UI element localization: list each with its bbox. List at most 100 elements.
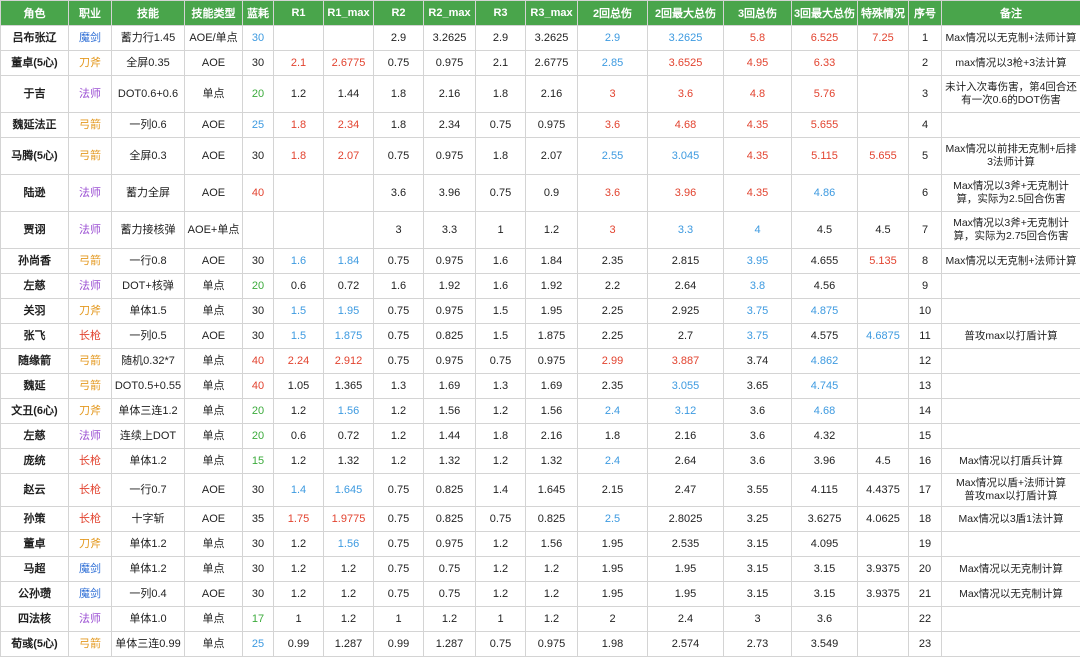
skill-type-cell: 单点 xyxy=(185,449,243,474)
table-row[interactable]: 四法核法师单体1.0单点1711.211.211.222.433.622 xyxy=(1,607,1080,632)
r1-max-cell: 2.912 xyxy=(324,349,374,374)
three-round-max-total-cell: 6.525 xyxy=(792,26,858,51)
role-name-cell: 董卓 xyxy=(1,532,69,557)
table-row[interactable]: 张飞长枪一列0.5AOE301.51.8750.750.8251.51.8752… xyxy=(1,324,1080,349)
r3-max-cell: 0.975 xyxy=(526,349,578,374)
column-header[interactable]: 职业 xyxy=(69,1,112,26)
r2-max-cell: 0.975 xyxy=(424,249,476,274)
skill-cell: 单体1.2 xyxy=(112,449,185,474)
column-header[interactable]: 备注 xyxy=(942,1,1080,26)
table-row[interactable]: 魏延弓箭DOT0.5+0.55单点401.051.3651.31.691.31.… xyxy=(1,374,1080,399)
two-round-total-cell: 3.6 xyxy=(578,175,648,212)
table-row[interactable]: 赵云长枪一行0.7AOE301.41.6450.750.8251.41.6452… xyxy=(1,474,1080,507)
three-round-total-cell: 5.8 xyxy=(724,26,792,51)
r3-cell: 1.2 xyxy=(476,532,526,557)
r1-cell: 1.2 xyxy=(274,582,324,607)
table-row[interactable]: 魏延法正弓箭一列0.6AOE251.82.341.82.340.750.9753… xyxy=(1,113,1080,138)
role-name-cell: 吕布张辽 xyxy=(1,26,69,51)
note-cell: Max情况以无克制计算 xyxy=(942,582,1080,607)
table-row[interactable]: 董卓(5心)刀斧全屏0.35AOE302.12.67750.750.9752.1… xyxy=(1,51,1080,76)
table-row[interactable]: 贾诩法师蓄力接核弹AOE+单点33.311.233.344.54.57Max情况… xyxy=(1,212,1080,249)
r3-cell: 1 xyxy=(476,212,526,249)
r3-max-cell: 1.56 xyxy=(526,532,578,557)
column-header[interactable]: R2_max xyxy=(424,1,476,26)
column-header[interactable]: 角色 xyxy=(1,1,69,26)
column-header[interactable]: R3_max xyxy=(526,1,578,26)
table-row[interactable]: 左慈法师连续上DOT单点200.60.721.21.441.82.161.82.… xyxy=(1,424,1080,449)
mana-cost-cell: 25 xyxy=(243,632,274,657)
column-header[interactable]: 蓝耗 xyxy=(243,1,274,26)
index-cell: 20 xyxy=(909,557,942,582)
table-row[interactable]: 吕布张辽魔剑蓄力行1.45AOE/单点302.93.26252.93.26252… xyxy=(1,26,1080,51)
r3-max-cell: 0.975 xyxy=(526,632,578,657)
job-cell: 法师 xyxy=(69,175,112,212)
three-round-total-cell: 3.65 xyxy=(724,374,792,399)
column-header[interactable]: 技能 xyxy=(112,1,185,26)
column-header[interactable]: 3回最大总伤 xyxy=(792,1,858,26)
note-cell: Max情况以前排无克制+后排3法师计算 xyxy=(942,138,1080,175)
note-cell: Max情况以3斧+无克制计算，实际为2.75回合伤害 xyxy=(942,212,1080,249)
column-header[interactable]: 3回总伤 xyxy=(724,1,792,26)
three-round-total-cell: 3.6 xyxy=(724,399,792,424)
table-row[interactable]: 左慈法师DOT+核弹单点200.60.721.61.921.61.922.22.… xyxy=(1,274,1080,299)
skill-type-cell: AOE xyxy=(185,51,243,76)
r2-max-cell: 1.2 xyxy=(424,607,476,632)
special-case-cell: 4.0625 xyxy=(858,507,909,532)
table-row[interactable]: 荀彧(5心)弓箭单体三连0.99单点250.991.2870.991.2870.… xyxy=(1,632,1080,657)
special-case-cell xyxy=(858,113,909,138)
role-name-cell: 文丑(6心) xyxy=(1,399,69,424)
two-round-max-total-cell: 2.925 xyxy=(648,299,724,324)
skill-cell: 一行0.7 xyxy=(112,474,185,507)
skill-type-cell: AOE xyxy=(185,249,243,274)
table-row[interactable]: 文丑(6心)刀斧单体三连1.2单点201.21.561.21.561.21.56… xyxy=(1,399,1080,424)
column-header[interactable]: 2回总伤 xyxy=(578,1,648,26)
r1-max-cell xyxy=(324,212,374,249)
skill-type-cell: AOE xyxy=(185,113,243,138)
r1-max-cell: 0.72 xyxy=(324,424,374,449)
r1-cell: 1.4 xyxy=(274,474,324,507)
table-row[interactable]: 庞统长枪单体1.2单点151.21.321.21.321.21.322.42.6… xyxy=(1,449,1080,474)
role-name-cell: 孙策 xyxy=(1,507,69,532)
table-row[interactable]: 关羽刀斧单体1.5单点301.51.950.750.9751.51.952.25… xyxy=(1,299,1080,324)
table-row[interactable]: 随缘箭弓箭随机0.32*7单点402.242.9120.750.9750.750… xyxy=(1,349,1080,374)
column-header[interactable]: R3 xyxy=(476,1,526,26)
table-row[interactable]: 马超魔剑单体1.2单点301.21.20.750.751.21.21.951.9… xyxy=(1,557,1080,582)
r1-max-cell: 2.6775 xyxy=(324,51,374,76)
job-cell: 法师 xyxy=(69,274,112,299)
note-cell: Max情况以打盾兵计算 xyxy=(942,449,1080,474)
column-header[interactable]: R1_max xyxy=(324,1,374,26)
job-cell: 魔剑 xyxy=(69,557,112,582)
note-cell: Max情况以无克制计算 xyxy=(942,557,1080,582)
three-round-total-cell: 3.95 xyxy=(724,249,792,274)
column-header[interactable]: R1 xyxy=(274,1,324,26)
two-round-max-total-cell: 2.535 xyxy=(648,532,724,557)
three-round-total-cell: 3.75 xyxy=(724,299,792,324)
r3-cell: 1 xyxy=(476,607,526,632)
job-cell: 法师 xyxy=(69,607,112,632)
r3-max-cell: 1.56 xyxy=(526,399,578,424)
column-header[interactable]: 特殊情况 xyxy=(858,1,909,26)
r3-max-cell: 2.16 xyxy=(526,76,578,113)
column-header[interactable]: 2回最大总伤 xyxy=(648,1,724,26)
column-header[interactable]: 技能类型 xyxy=(185,1,243,26)
three-round-max-total-cell: 4.655 xyxy=(792,249,858,274)
r3-cell: 1.6 xyxy=(476,274,526,299)
table-row[interactable]: 孙尚香弓箭一行0.8AOE301.61.840.750.9751.61.842.… xyxy=(1,249,1080,274)
skill-type-cell: AOE xyxy=(185,582,243,607)
table-row[interactable]: 马腾(5心)弓箭全屏0.3AOE301.82.070.750.9751.82.0… xyxy=(1,138,1080,175)
two-round-max-total-cell: 3.887 xyxy=(648,349,724,374)
note-cell xyxy=(942,607,1080,632)
column-header[interactable]: R2 xyxy=(374,1,424,26)
three-round-total-cell: 3 xyxy=(724,607,792,632)
column-header[interactable]: 序号 xyxy=(909,1,942,26)
two-round-total-cell: 2.55 xyxy=(578,138,648,175)
table-row[interactable]: 陆逊法师蓄力全屏AOE403.63.960.750.93.63.964.354.… xyxy=(1,175,1080,212)
r3-max-cell: 2.6775 xyxy=(526,51,578,76)
table-row[interactable]: 于吉法师DOT0.6+0.6单点201.21.441.82.161.82.163… xyxy=(1,76,1080,113)
table-row[interactable]: 董卓刀斧单体1.2单点301.21.560.750.9751.21.561.95… xyxy=(1,532,1080,557)
index-cell: 4 xyxy=(909,113,942,138)
special-case-cell xyxy=(858,175,909,212)
index-cell: 21 xyxy=(909,582,942,607)
table-row[interactable]: 孙策长枪十字斩AOE351.751.97750.750.8250.750.825… xyxy=(1,507,1080,532)
table-row[interactable]: 公孙瓒魔剑一列0.4AOE301.21.20.750.751.21.21.951… xyxy=(1,582,1080,607)
